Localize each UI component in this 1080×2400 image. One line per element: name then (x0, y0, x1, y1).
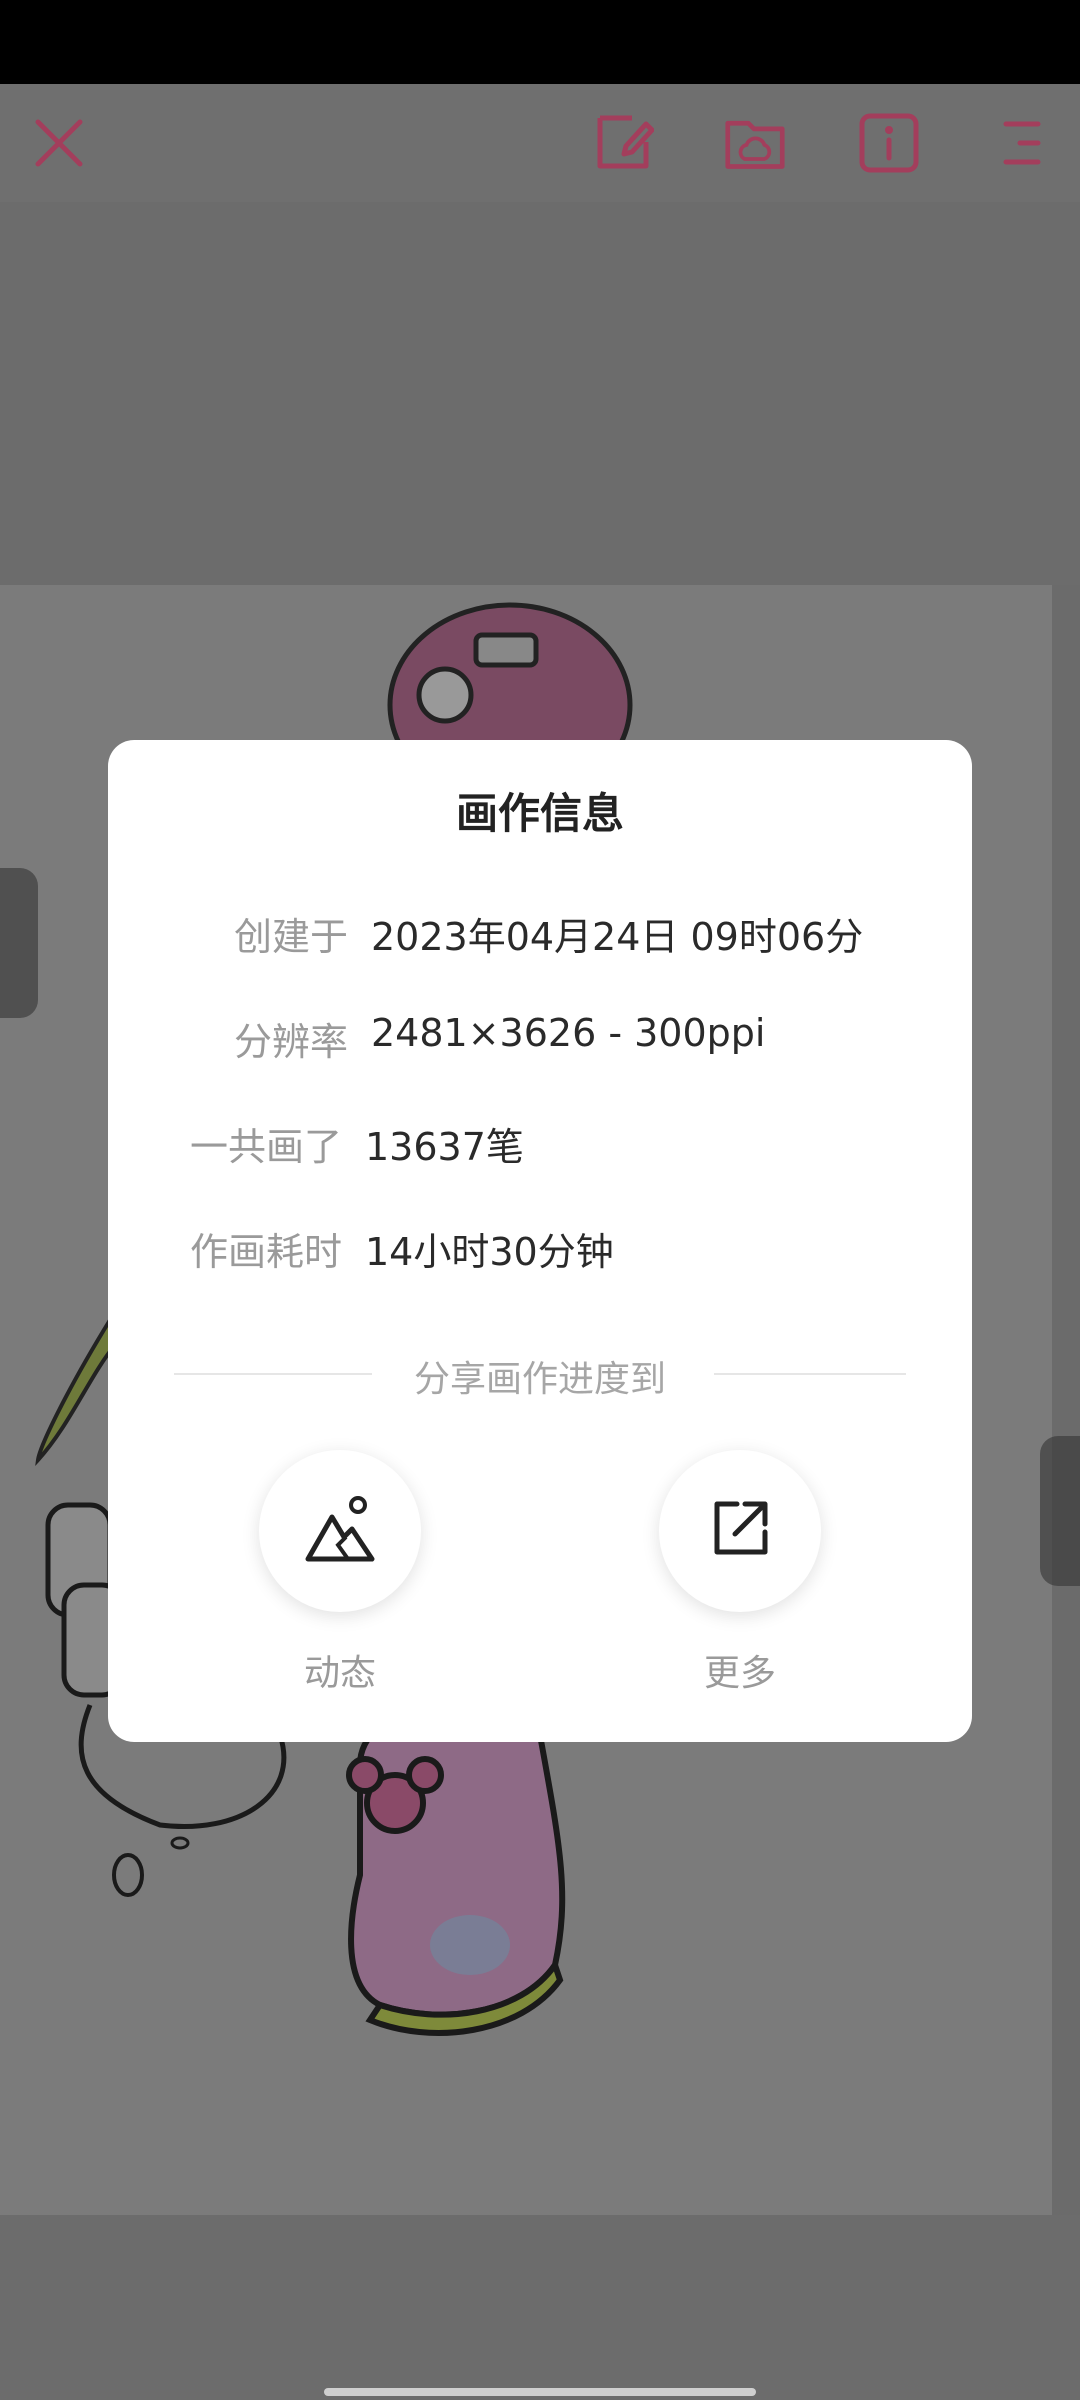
edit-file-icon[interactable] (592, 112, 654, 174)
info-row-duration: 作画耗时 14小时30分钟 (108, 1221, 972, 1281)
external-link-icon (709, 1498, 771, 1564)
resolution-value: 2481×3626 - 300ppi (371, 1011, 766, 1055)
share-more-button[interactable] (659, 1450, 821, 1612)
share-moments-label: 动态 (303, 1653, 376, 1694)
info-row-created: 创建于 2023年04月24日 09时06分 (108, 906, 972, 966)
status-bar (0, 0, 1080, 84)
share-section-heading: 分享画作进度到 (174, 1348, 906, 1400)
home-indicator[interactable] (324, 2388, 756, 2396)
cloud-folder-icon[interactable] (724, 112, 786, 174)
created-label: 创建于 (233, 915, 348, 959)
dialog-title: 画作信息 (455, 789, 624, 838)
share-more-label: 更多 (703, 1653, 776, 1694)
close-icon[interactable] (28, 112, 90, 174)
share-moments-button[interactable] (259, 1450, 421, 1612)
strokes-label: 一共画了 (189, 1125, 342, 1169)
resolution-label: 分辨率 (233, 1020, 348, 1064)
artwork-info-dialog: 画作信息 创建于 2023年04月24日 09时06分 分辨率 2481×362… (108, 740, 972, 1742)
bottom-toolbar (0, 2215, 1080, 2400)
strokes-value: 13637笔 (365, 1125, 524, 1169)
info-icon[interactable] (858, 112, 920, 174)
top-toolbar (0, 84, 1080, 202)
mountain-image-icon (304, 1493, 376, 1569)
info-row-strokes: 一共画了 13637笔 (108, 1116, 972, 1176)
workspace-background (0, 202, 1080, 585)
share-heading-text: 分享画作进度到 (413, 1359, 666, 1400)
duration-value: 14小时30分钟 (365, 1230, 614, 1274)
left-slider-handle[interactable] (0, 868, 38, 1018)
duration-label: 作画耗时 (189, 1230, 342, 1274)
created-value: 2023年04月24日 09时06分 (371, 915, 864, 959)
menu-icon[interactable] (992, 112, 1052, 174)
info-row-resolution: 分辨率 2481×3626 - 300ppi (108, 1011, 972, 1071)
right-slider-handle[interactable] (1040, 1436, 1080, 1586)
